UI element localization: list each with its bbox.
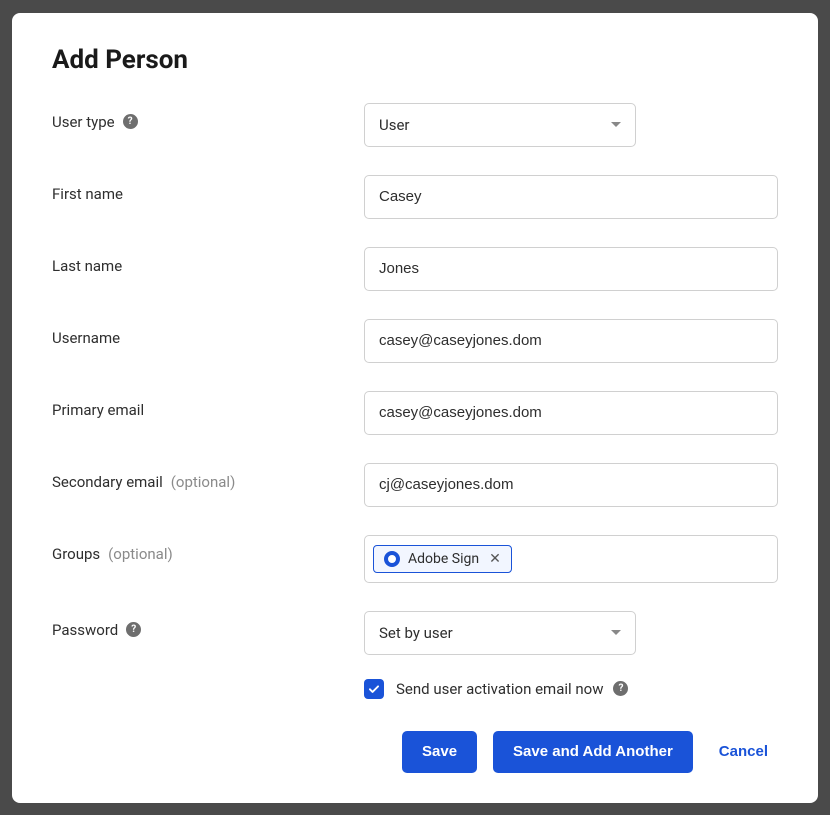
label-last-name: Last name xyxy=(52,247,364,275)
label-password-text: Password xyxy=(52,621,118,639)
check-icon xyxy=(367,682,381,696)
primary-email-input[interactable] xyxy=(364,391,778,435)
label-user-type-text: User type xyxy=(52,113,115,131)
activation-email-label: Send user activation email now ? xyxy=(396,680,628,698)
chevron-down-icon xyxy=(611,630,621,635)
label-primary-email: Primary email xyxy=(52,391,364,419)
row-username: Username xyxy=(52,319,778,363)
row-first-name: First name xyxy=(52,175,778,219)
circle-icon xyxy=(384,551,400,567)
label-secondary-email-text: Secondary email xyxy=(52,473,163,491)
last-name-input[interactable] xyxy=(364,247,778,291)
label-last-name-text: Last name xyxy=(52,257,122,275)
close-icon[interactable]: ✕ xyxy=(487,552,501,566)
label-username-text: Username xyxy=(52,329,120,347)
row-last-name: Last name xyxy=(52,247,778,291)
control-user-type: User xyxy=(364,103,778,147)
control-groups: Adobe Sign ✕ xyxy=(364,535,778,583)
secondary-email-input[interactable] xyxy=(364,463,778,507)
label-groups: Groups (optional) xyxy=(52,535,364,563)
control-password: Set by user xyxy=(364,611,778,655)
label-first-name-text: First name xyxy=(52,185,123,203)
save-add-another-button[interactable]: Save and Add Another xyxy=(493,731,693,773)
label-secondary-email: Secondary email (optional) xyxy=(52,463,364,491)
password-select[interactable]: Set by user xyxy=(364,611,636,655)
chevron-down-icon xyxy=(611,122,621,127)
groups-input[interactable]: Adobe Sign ✕ xyxy=(364,535,778,583)
control-primary-email xyxy=(364,391,778,435)
activation-email-checkbox[interactable] xyxy=(364,679,384,699)
row-groups: Groups (optional) Adobe Sign ✕ xyxy=(52,535,778,583)
label-first-name: First name xyxy=(52,175,364,203)
help-icon[interactable]: ? xyxy=(126,622,141,637)
activation-email-label-text: Send user activation email now xyxy=(396,680,603,698)
row-primary-email: Primary email xyxy=(52,391,778,435)
label-user-type: User type ? xyxy=(52,103,364,131)
help-icon[interactable]: ? xyxy=(613,681,628,696)
row-user-type: User type ? User xyxy=(52,103,778,147)
cancel-button[interactable]: Cancel xyxy=(709,731,778,773)
control-secondary-email xyxy=(364,463,778,507)
optional-hint: (optional) xyxy=(108,545,173,563)
label-groups-text: Groups xyxy=(52,545,100,563)
row-password: Password ? Set by user xyxy=(52,611,778,655)
user-type-select-value: User xyxy=(379,116,410,134)
user-type-select[interactable]: User xyxy=(364,103,636,147)
control-username xyxy=(364,319,778,363)
modal-title: Add Person xyxy=(52,45,778,75)
row-activation-email: Send user activation email now ? xyxy=(364,679,778,699)
help-icon[interactable]: ? xyxy=(123,114,138,129)
control-last-name xyxy=(364,247,778,291)
optional-hint: (optional) xyxy=(171,473,236,491)
group-chip-label: Adobe Sign xyxy=(408,551,479,567)
password-select-value: Set by user xyxy=(379,624,453,642)
row-secondary-email: Secondary email (optional) xyxy=(52,463,778,507)
first-name-input[interactable] xyxy=(364,175,778,219)
save-button[interactable]: Save xyxy=(402,731,477,773)
add-person-modal: Add Person User type ? User First name L… xyxy=(12,13,818,803)
label-username: Username xyxy=(52,319,364,347)
label-password: Password ? xyxy=(52,611,364,639)
group-chip[interactable]: Adobe Sign ✕ xyxy=(373,545,512,573)
username-input[interactable] xyxy=(364,319,778,363)
control-first-name xyxy=(364,175,778,219)
modal-actions: Save Save and Add Another Cancel xyxy=(52,731,778,773)
label-primary-email-text: Primary email xyxy=(52,401,144,419)
